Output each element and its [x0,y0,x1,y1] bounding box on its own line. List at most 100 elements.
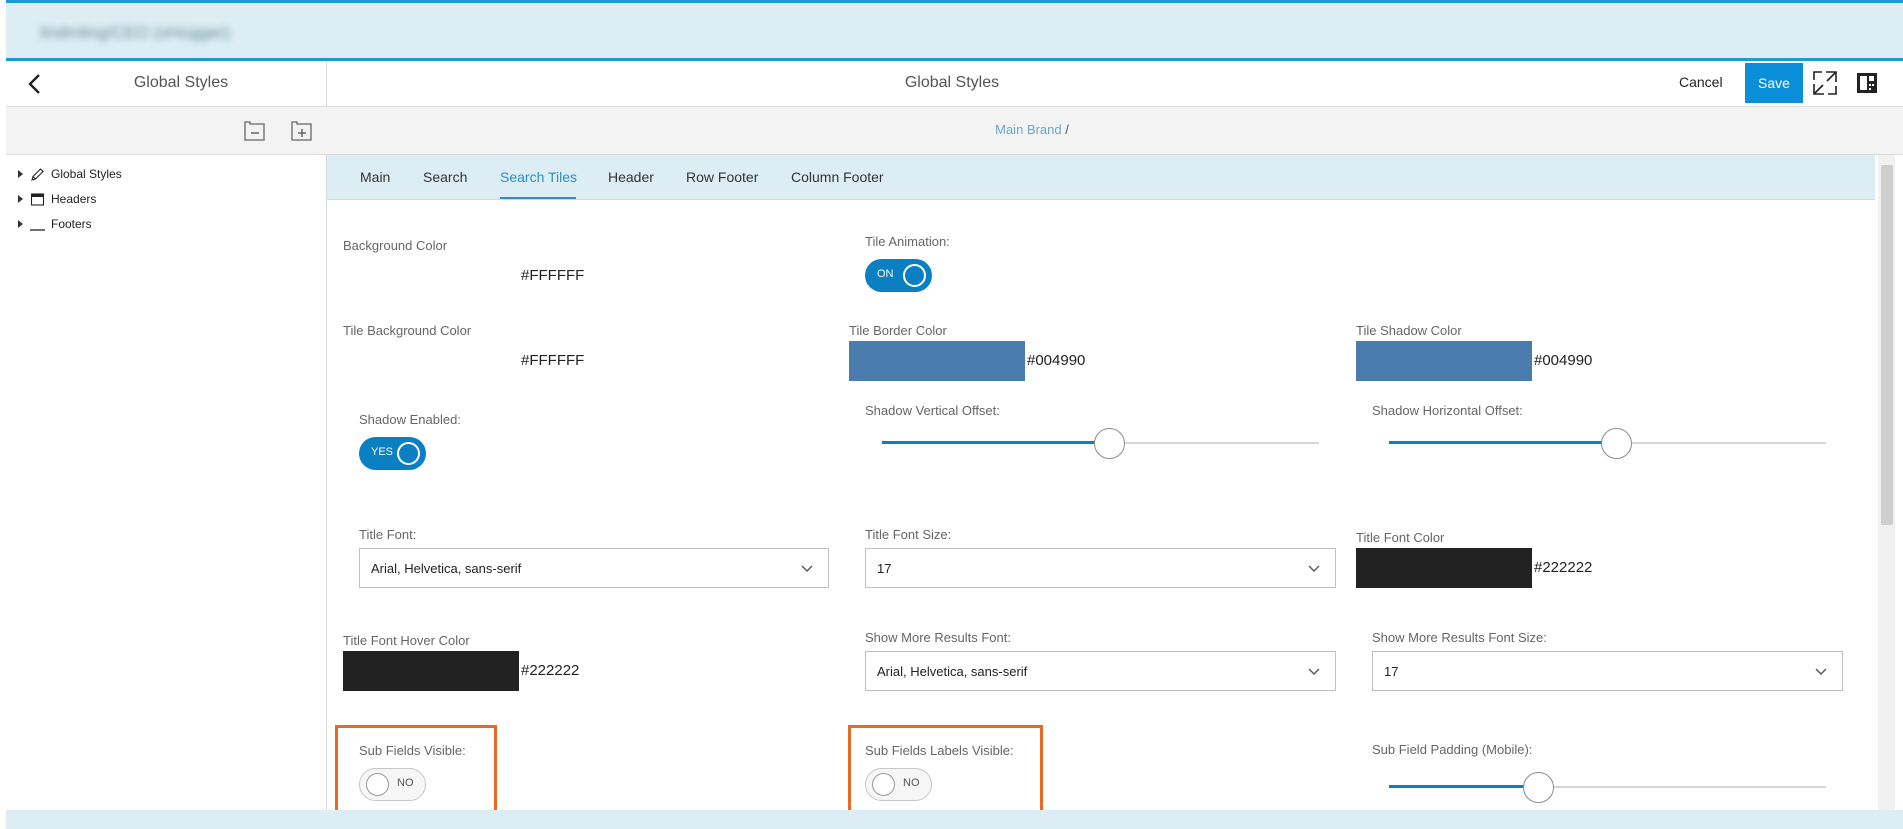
bottom-strip [6,810,1903,829]
slider-thumb[interactable] [1522,772,1554,803]
shadow-vertical-offset-label: Shadow Vertical Offset: [865,403,1000,418]
editor-header: Global Styles Cancel Save [327,61,1903,107]
tile-border-color-value[interactable]: #004990 [1027,352,1085,369]
underline-icon [30,228,45,231]
slider-fill [882,441,1110,444]
chevron-down-icon [1815,668,1827,675]
collapse-all-button[interactable] [242,118,268,144]
slider-fill [1389,441,1617,444]
tree-item-label: Footers [51,217,92,231]
expand-all-button[interactable] [289,118,315,144]
breadcrumb-bar: Main Brand / [327,107,1903,155]
tile-background-color-value[interactable]: #FFFFFF [521,352,584,369]
toggle-state-text: ON [877,268,894,280]
expand-all-icon [291,121,312,141]
title-font-hover-color-value[interactable]: #222222 [521,662,579,679]
breadcrumb: Main Brand / [327,122,1737,137]
sub-field-padding-mobile-label: Sub Field Padding (Mobile): [1372,742,1533,757]
caret-right-icon [18,220,23,228]
top-banner: lindmling/CEO (oHogger) [6,0,1903,61]
title-font-color-value[interactable]: #222222 [1534,559,1592,576]
scrollbar-thumb[interactable] [1881,165,1893,525]
shadow-enabled-label: Shadow Enabled: [359,412,461,427]
chevron-down-icon [1308,565,1320,572]
layout-button[interactable] [1855,71,1879,95]
tile-shadow-color-swatch[interactable] [1356,341,1532,381]
tab-search-tiles[interactable]: Search Tiles [500,169,577,185]
fullscreen-button[interactable] [1811,69,1839,97]
shadow-vertical-offset-slider[interactable] [882,428,1319,459]
title-font-size-select[interactable]: 17 [865,548,1336,588]
slider-thumb[interactable] [1094,428,1126,459]
highlight-box-sub-fields-visible [335,725,497,817]
shadow-enabled-toggle[interactable]: YES [359,437,426,470]
highlight-box-sub-fields-labels-visible [848,725,1043,817]
breadcrumb-separator: / [1065,122,1069,137]
select-value: 17 [1384,664,1399,679]
toggle-knob [397,442,420,465]
tree-item-label: Headers [51,192,97,206]
tree-item-label: Global Styles [51,167,122,181]
chevron-down-icon [801,565,813,572]
select-value: Arial, Helvetica, sans-serif [877,664,1028,679]
tab-search[interactable]: Search [423,169,467,185]
background-color-label: Background Color [343,238,448,253]
show-more-results-font-size-select[interactable]: 17 [1372,651,1843,691]
title-font-hover-color-swatch[interactable] [343,651,519,691]
left-panel-header: Global Styles [6,61,327,107]
page-title: Global Styles [904,74,1000,91]
left-toolbar [6,107,327,155]
tree-item-global-styles[interactable]: Global Styles [18,164,122,184]
breadcrumb-link[interactable]: Main Brand [995,122,1061,137]
shadow-horizontal-offset-label: Shadow Horizontal Offset: [1372,403,1523,418]
tile-background-color-label: Tile Background Color [343,323,472,338]
expand-arrows-icon [1813,71,1837,95]
title-font-size-label: Title Font Size: [865,527,952,542]
banner-title: lindmling/CEO (oHogger) [40,23,230,42]
left-panel-title: Global Styles [133,74,229,91]
slider-thumb[interactable] [1601,428,1633,459]
tree-item-headers[interactable]: Headers [18,189,96,209]
slider-fill [1389,785,1538,788]
caret-right-icon [18,195,23,203]
title-font-hover-color-label: Title Font Hover Color [343,633,470,648]
tree-item-footers[interactable]: Footers [18,214,92,234]
layout-grid-icon [1857,73,1877,93]
pencil-icon [31,167,44,181]
background-color-value[interactable]: #FFFFFF [521,267,584,284]
sub-field-padding-mobile-slider[interactable] [1389,772,1826,803]
tab-column-footer[interactable]: Column Footer [791,169,884,185]
select-value: 17 [877,561,892,576]
title-font-label: Title Font: [359,527,417,542]
tile-shadow-color-label: Tile Shadow Color [1356,323,1462,338]
tile-shadow-color-value[interactable]: #004990 [1534,352,1592,369]
tile-border-color-label: Tile Border Color [849,323,947,338]
chevron-left-icon [28,74,40,94]
tab-header[interactable]: Header [608,169,654,185]
window-icon [30,192,45,206]
caret-right-icon [18,170,23,178]
tab-main[interactable]: Main [360,169,390,185]
title-font-select[interactable]: Arial, Helvetica, sans-serif [359,548,829,588]
shadow-horizontal-offset-slider[interactable] [1389,428,1826,459]
tile-animation-toggle[interactable]: ON [865,259,932,292]
show-more-results-font-label: Show More Results Font: [865,630,1011,645]
active-tab-indicator [500,197,576,199]
collapse-all-icon [244,121,265,141]
tab-row-footer[interactable]: Row Footer [686,169,758,185]
title-font-color-swatch[interactable] [1356,548,1532,588]
save-button[interactable]: Save [1745,63,1803,103]
toggle-knob [903,264,926,287]
show-more-results-font-size-label: Show More Results Font Size: [1372,630,1547,645]
back-button[interactable] [22,71,48,97]
select-value: Arial, Helvetica, sans-serif [371,561,522,576]
title-font-color-label: Title Font Color [1356,530,1445,545]
left-panel: Global Styles Global Styles Headers Foot… [6,61,327,829]
app-root: lindmling/CEO (oHogger) Global Styles Gl… [0,0,1903,829]
tile-animation-label: Tile Animation: [865,234,950,249]
chevron-down-icon [1308,668,1320,675]
toggle-state-text: YES [371,446,394,458]
cancel-button[interactable]: Cancel [1679,74,1723,90]
tile-border-color-swatch[interactable] [849,341,1025,381]
show-more-results-font-select[interactable]: Arial, Helvetica, sans-serif [865,651,1336,691]
